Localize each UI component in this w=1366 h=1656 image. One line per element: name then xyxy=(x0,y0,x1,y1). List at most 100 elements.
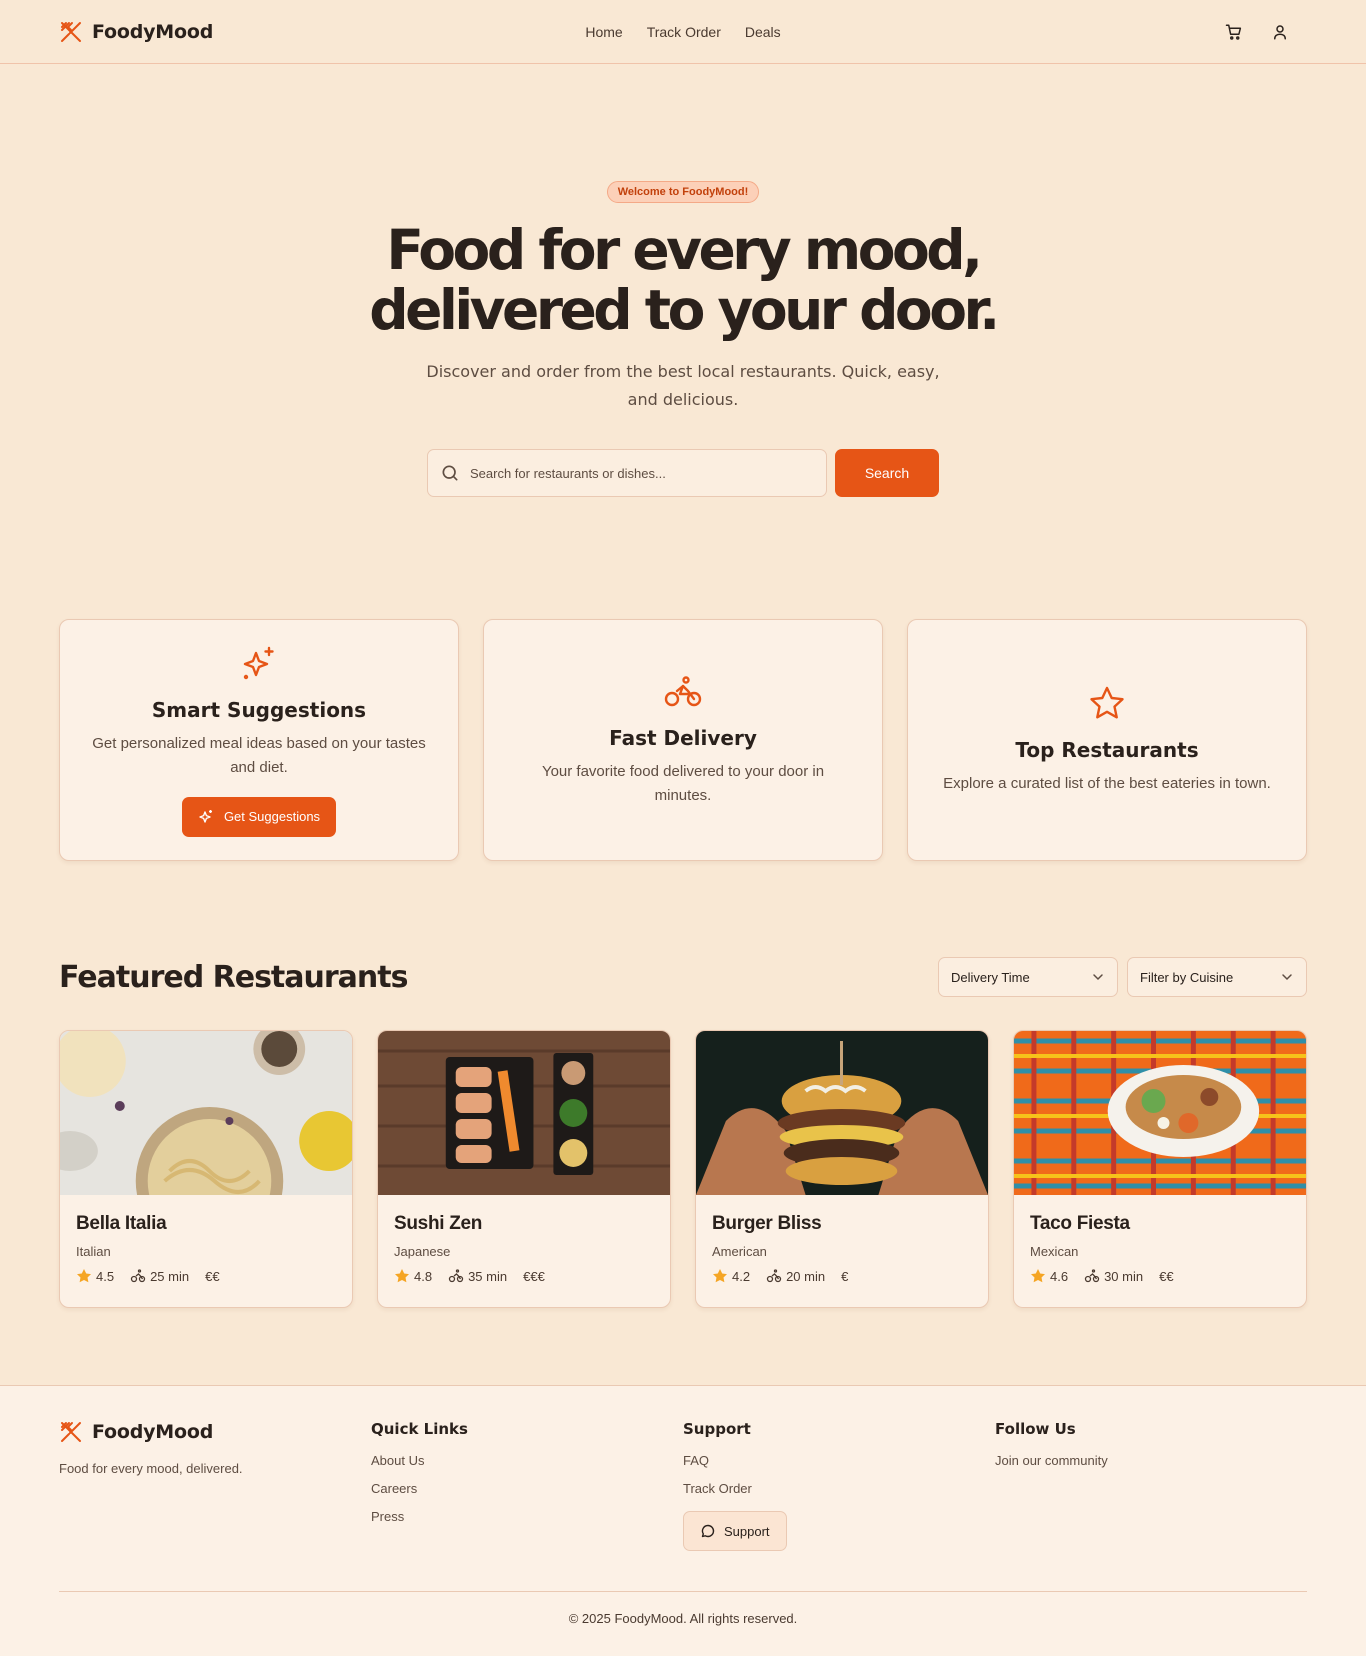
restaurant-meta: 4.6 30 min €€ xyxy=(1030,1268,1290,1284)
search-input[interactable] xyxy=(470,465,814,481)
bike-icon xyxy=(766,1269,782,1283)
restaurant-cuisine: Mexican xyxy=(1030,1244,1079,1259)
cart-icon xyxy=(1225,24,1242,40)
get-suggestions-button[interactable]: Get Suggestions xyxy=(181,796,337,837)
section-title: Featured Restaurants xyxy=(59,959,408,995)
star-filled-icon xyxy=(713,1269,727,1283)
featured-header: Featured Restaurants Delivery Time Filte… xyxy=(59,957,1307,997)
support-button[interactable]: Support xyxy=(683,1511,787,1551)
rating: 4.2 xyxy=(712,1268,750,1284)
rating: 4.6 xyxy=(1030,1268,1068,1284)
restaurant-photo xyxy=(1014,1031,1306,1195)
nav-home[interactable]: Home xyxy=(585,24,622,40)
account-button[interactable] xyxy=(1271,23,1289,41)
restaurant-cuisine: Italian xyxy=(76,1244,111,1259)
footer-link-about-us[interactable]: About Us xyxy=(371,1453,683,1481)
rating: 4.5 xyxy=(76,1268,114,1284)
feature-card-smart-suggestions: Smart Suggestions Get personalized meal … xyxy=(59,619,459,861)
delivery-time-value: 35 min xyxy=(468,1268,508,1284)
star-filled-icon xyxy=(395,1269,409,1283)
footer-link-faq[interactable]: FAQ xyxy=(683,1453,995,1481)
search-field[interactable] xyxy=(427,449,827,497)
footer-quick-links: Quick Links About Us Careers Press xyxy=(371,1420,683,1591)
hero-subtitle: Discover and order from the best local r… xyxy=(426,362,940,409)
star-filled-icon xyxy=(1031,1269,1045,1283)
logo[interactable]: FoodyMood xyxy=(59,20,213,44)
delivery-time-value: 25 min xyxy=(150,1268,190,1284)
delivery-time-value: 20 min xyxy=(786,1268,826,1284)
restaurant-card[interactable]: Taco Fiesta Mexican 4.6 30 min €€ xyxy=(1013,1030,1307,1308)
restaurant-card[interactable]: Bella Italia Italian 4.5 25 min €€ xyxy=(59,1030,353,1308)
filters: Delivery Time Filter by Cuisine xyxy=(938,957,1307,997)
chevron-down-icon xyxy=(1282,974,1292,981)
brand-name: FoodyMood xyxy=(92,1421,214,1443)
feature-card-fast-delivery: Fast Delivery Your favorite food deliver… xyxy=(483,619,883,861)
footer-columns: FoodyMood Food for every mood, delivered… xyxy=(59,1386,1307,1591)
delivery-time-value: 30 min xyxy=(1104,1268,1144,1284)
restaurant-meta: 4.2 20 min € xyxy=(712,1268,972,1284)
delivery-time: 25 min xyxy=(130,1268,189,1284)
restaurant-name: Sushi Zen xyxy=(394,1213,483,1234)
features-section: Smart Suggestions Get personalized meal … xyxy=(0,619,1366,861)
chevron-down-icon xyxy=(1093,974,1103,981)
footer-heading: Support xyxy=(683,1420,751,1438)
price-level: €€€ xyxy=(523,1268,545,1284)
cuisine-select[interactable]: Filter by Cuisine xyxy=(1127,957,1307,997)
footer-heading: Quick Links xyxy=(371,1420,468,1438)
welcome-badge: Welcome to FoodyMood! xyxy=(606,181,760,203)
footer-follow-text: Join our community xyxy=(995,1453,1108,1468)
delivery-time-select[interactable]: Delivery Time xyxy=(938,957,1118,997)
price-level: €€ xyxy=(205,1268,220,1284)
brand-name: FoodyMood xyxy=(92,20,214,43)
sparkles-icon xyxy=(243,646,274,679)
price-level: € xyxy=(841,1268,849,1284)
restaurant-name: Bella Italia xyxy=(76,1213,167,1234)
restaurant-cuisine: Japanese xyxy=(394,1244,451,1259)
search-button[interactable]: Search xyxy=(835,449,939,497)
footer-link-careers[interactable]: Careers xyxy=(371,1481,683,1509)
card-body: Bella Italia Italian 4.5 25 min €€ xyxy=(60,1195,352,1284)
nav-track-order[interactable]: Track Order xyxy=(647,24,721,40)
nav-deals[interactable]: Deals xyxy=(745,24,781,40)
restaurant-card[interactable]: Burger Bliss American 4.2 20 min € xyxy=(695,1030,989,1308)
restaurant-list: Bella Italia Italian 4.5 25 min €€ Sushi… xyxy=(59,1030,1307,1308)
sparkles-icon xyxy=(199,809,212,823)
footer-link-track-order[interactable]: Track Order xyxy=(683,1481,995,1509)
footer-support: Support FAQ Track Order Support xyxy=(683,1420,995,1591)
footer-link-press[interactable]: Press xyxy=(371,1509,683,1537)
featured-restaurants-section: Featured Restaurants Delivery Time Filte… xyxy=(0,861,1366,1308)
restaurant-cuisine: American xyxy=(712,1244,767,1259)
restaurant-meta: 4.8 35 min €€€ xyxy=(394,1268,654,1284)
feature-text: Get personalized meal ideas based on you… xyxy=(92,734,426,776)
card-body: Taco Fiesta Mexican 4.6 30 min €€ xyxy=(1014,1195,1306,1284)
restaurant-card[interactable]: Sushi Zen Japanese 4.8 35 min €€€ xyxy=(377,1030,671,1308)
site-header: FoodyMood Home Track Order Deals xyxy=(0,0,1366,64)
cart-button[interactable] xyxy=(1225,23,1243,41)
restaurant-meta: 4.5 25 min €€ xyxy=(76,1268,336,1284)
restaurant-name: Burger Bliss xyxy=(712,1213,822,1234)
delivery-time: 35 min xyxy=(448,1268,507,1284)
footer-follow: Follow Us Join our community xyxy=(995,1420,1307,1591)
search-bar: Search xyxy=(0,449,1366,497)
utensils-icon xyxy=(61,21,81,42)
rating-value: 4.8 xyxy=(414,1268,433,1284)
footer-heading: Follow Us xyxy=(995,1420,1076,1438)
price-level: €€ xyxy=(1159,1268,1174,1284)
feature-card-top-restaurants: Top Restaurants Explore a curated list o… xyxy=(907,619,1307,861)
bike-icon xyxy=(130,1269,146,1283)
footer-tagline: Food for every mood, delivered. xyxy=(59,1461,243,1476)
restaurant-photo xyxy=(60,1031,352,1195)
star-filled-icon xyxy=(77,1269,91,1283)
bike-icon xyxy=(1084,1269,1100,1283)
copyright: © 2025 FoodyMood. All rights reserved. xyxy=(59,1591,1307,1626)
rating-value: 4.5 xyxy=(96,1268,115,1284)
restaurant-name: Taco Fiesta xyxy=(1030,1213,1130,1234)
feature-title: Top Restaurants xyxy=(1015,738,1199,762)
card-body: Burger Bliss American 4.2 20 min € xyxy=(696,1195,988,1284)
footer-logo[interactable]: FoodyMood xyxy=(59,1420,371,1444)
bike-icon xyxy=(664,676,702,707)
footer-brand: FoodyMood Food for every mood, delivered… xyxy=(59,1420,371,1591)
feature-title: Fast Delivery xyxy=(609,726,757,750)
rating: 4.8 xyxy=(394,1268,432,1284)
feature-title: Smart Suggestions xyxy=(151,697,367,722)
